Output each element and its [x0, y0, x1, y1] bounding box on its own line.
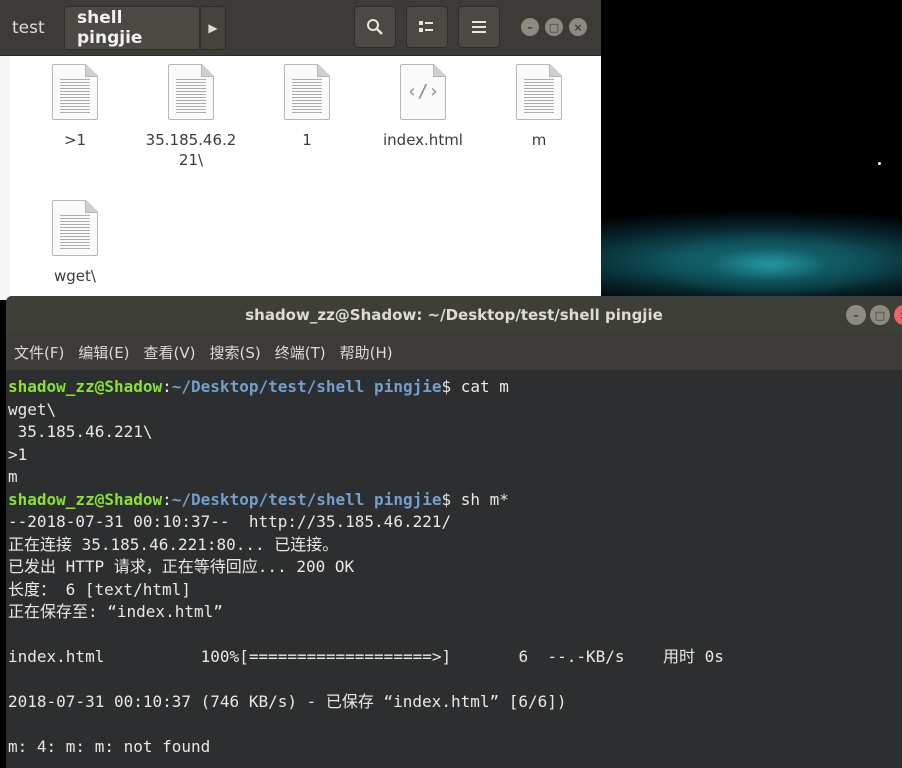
terminal-menubar: 文件(F) 编辑(E) 查看(V) 搜索(S) 终端(T) 帮助(H) — [6, 334, 902, 370]
maximize-icon: □ — [548, 20, 560, 34]
text-file-icon — [284, 64, 330, 120]
prompt-user: shadow_zz@Shadow — [8, 489, 163, 509]
tab-shell-pingjie[interactable]: shell pingjie — [64, 6, 200, 50]
terminal-output-line: 正在保存至: “index.html” — [8, 602, 223, 621]
terminal-output-line: m — [8, 467, 18, 486]
view-toggle-button[interactable] — [406, 6, 448, 48]
command-text: $ sh m* — [441, 489, 509, 509]
terminal-output-line: >1 — [8, 444, 28, 464]
file-item-gt1[interactable]: >1 — [20, 64, 130, 150]
file-item-index-html[interactable]: ‹/› index.html — [368, 64, 478, 150]
search-icon — [367, 19, 383, 35]
terminal-window: shadow_zz@Shadow: ~/Desktop/test/shell p… — [6, 296, 902, 768]
terminal-output-line: 长度： 6 [text/html] — [8, 579, 191, 599]
text-file-icon — [516, 64, 562, 120]
text-file-icon — [52, 200, 98, 256]
search-button[interactable] — [354, 6, 396, 48]
minimize-icon: – — [527, 20, 533, 34]
menu-terminal[interactable]: 终端(T) — [275, 342, 326, 363]
close-button[interactable]: × — [569, 18, 587, 36]
file-item-ip[interactable]: 35.185.46.221\ — [136, 64, 246, 170]
minimize-icon: – — [853, 308, 859, 322]
prompt-colon: : — [162, 377, 172, 396]
menu-search[interactable]: 搜索(S) — [210, 342, 261, 363]
file-name: wget\ — [54, 267, 96, 285]
html-file-icon: ‹/› — [400, 64, 446, 120]
close-icon: × — [573, 20, 583, 34]
text-file-icon — [168, 64, 214, 120]
command-text: $ cat m — [441, 377, 509, 396]
minimize-button[interactable]: – — [846, 305, 866, 325]
terminal-output-line: 35.185.46.221\ — [8, 422, 153, 441]
menu-help[interactable]: 帮助(H) — [340, 342, 393, 363]
terminal-output-line: wget\ — [8, 399, 57, 419]
file-name: m — [531, 131, 547, 149]
terminal-output[interactable]: shadow_zz@Shadow:~/Desktop/test/shell pi… — [8, 376, 902, 768]
menu-file[interactable]: 文件(F) — [14, 342, 64, 363]
maximize-button[interactable]: □ — [545, 18, 563, 36]
terminal-output-line: --2018-07-31 00:10:37-- http://35.185.46… — [8, 512, 452, 531]
chevron-right-icon: ▶ — [208, 21, 218, 35]
terminal-output-line: 2018-07-31 00:10:37 (746 KB/s) - 已保存 “in… — [8, 692, 567, 711]
hamburger-menu-icon — [472, 21, 486, 33]
maximize-button[interactable]: □ — [870, 305, 890, 325]
prompt-path: ~/Desktop/test/shell pingjie — [171, 377, 442, 396]
file-item-wget[interactable]: wget\ — [20, 200, 130, 286]
file-grid: >1 35.185.46.221\ 1 ‹/› index.html m wge… — [10, 56, 601, 300]
file-name: index.html — [383, 131, 463, 149]
window-title: shadow_zz@Shadow: ~/Desktop/test/shell p… — [245, 306, 663, 324]
wallpaper-cloud — [640, 220, 902, 300]
file-item-m[interactable]: m — [484, 64, 594, 150]
menu-edit[interactable]: 编辑(E) — [78, 342, 129, 363]
file-manager-header: test shell pingjie ▶ – □ × — [0, 0, 601, 56]
terminal-output-line: index.html 100%[===================>] 6 … — [8, 647, 724, 666]
terminal-output-line: 已发出 HTTP 请求，正在等待回应... 200 OK — [8, 557, 355, 576]
menu-button[interactable] — [458, 6, 500, 48]
tab-test[interactable]: test — [0, 6, 57, 50]
terminal-output-line: m: 4: m: m: not found — [8, 737, 211, 756]
prompt-path: ~/Desktop/test/shell pingjie — [171, 489, 442, 509]
menu-view[interactable]: 查看(V) — [144, 342, 196, 363]
file-name: >1 — [63, 131, 87, 149]
file-name: 35.185.46.221\ — [145, 131, 237, 169]
terminal-output-line: 正在连接 35.185.46.221:80... 已连接。 — [8, 534, 339, 554]
maximize-icon: □ — [874, 308, 886, 322]
prompt-user: shadow_zz@Shadow — [8, 377, 163, 396]
wallpaper-star — [878, 162, 881, 165]
file-name: 1 — [302, 131, 312, 149]
grid-view-icon — [419, 21, 433, 32]
path-forward-arrow[interactable]: ▶ — [200, 6, 226, 50]
terminal-prompt-line: shadow_zz@Shadow:~/Desktop/test/shell pi… — [8, 489, 902, 512]
terminal-prompt-line: shadow_zz@Shadow:~/Desktop/test/shell pi… — [8, 376, 902, 399]
terminal-titlebar[interactable]: shadow_zz@Shadow: ~/Desktop/test/shell p… — [6, 296, 902, 334]
file-item-1[interactable]: 1 — [252, 64, 362, 150]
minimize-button[interactable]: – — [521, 18, 539, 36]
prompt-colon: : — [162, 489, 172, 509]
close-button[interactable]: × — [894, 305, 902, 325]
text-file-icon — [52, 64, 98, 120]
file-manager-window: test shell pingjie ▶ – □ × >1 35.185.46.… — [0, 0, 601, 300]
